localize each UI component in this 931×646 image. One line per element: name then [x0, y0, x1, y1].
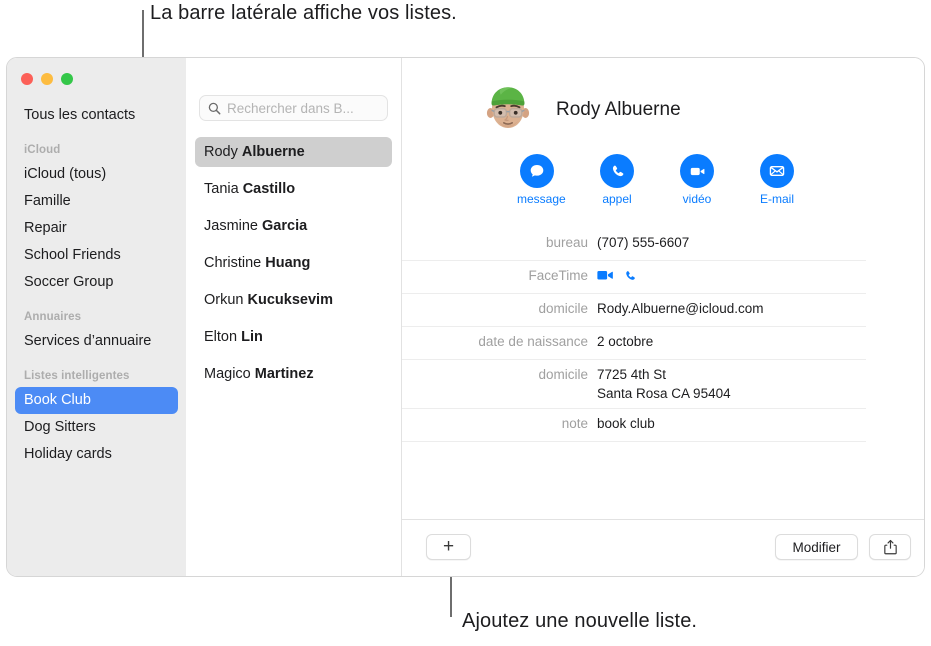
- contact-detail-pane: Rody Albuerne message appel vidéo E-mail…: [402, 58, 924, 576]
- avatar: [486, 87, 530, 128]
- list-item[interactable]: Elton Lin: [195, 322, 392, 352]
- field-value[interactable]: (707) 555-6607: [597, 233, 689, 252]
- field-label: domicile: [538, 367, 588, 382]
- bottom-toolbar: + Modifier: [402, 519, 924, 576]
- maximize-button[interactable]: [61, 73, 73, 85]
- field-label: domicile: [538, 301, 588, 316]
- contact-first-name: Elton: [204, 329, 238, 345]
- callout-text-sidebar: La barre latérale affiche vos listes.: [150, 2, 457, 24]
- sidebar-item-all-contacts[interactable]: Tous les contacts: [15, 102, 178, 129]
- sidebar-item-school-friends[interactable]: School Friends: [15, 242, 178, 269]
- list-item[interactable]: Jasmine Garcia: [195, 211, 392, 241]
- sidebar: Tous les contacts iCloud iCloud (tous) F…: [7, 58, 186, 576]
- email-action-label: E-mail: [759, 192, 794, 206]
- message-action-button[interactable]: message: [517, 154, 566, 206]
- sidebar-item-holiday-cards[interactable]: Holiday cards: [15, 441, 178, 468]
- field-row-address: domicile 7725 4th St Santa Rosa CA 95404: [402, 360, 866, 409]
- sidebar-item-services-annuaire[interactable]: Services d’annuaire: [15, 328, 178, 355]
- sidebar-item-famille[interactable]: Famille: [15, 188, 178, 215]
- contact-actions: message appel vidéo E-mail: [402, 138, 924, 206]
- edit-button[interactable]: Modifier: [775, 534, 858, 560]
- contact-list-column: Rody Albuerne Tania Castillo Jasmine Gar…: [186, 58, 402, 576]
- contact-last-name: Kucuksevim: [247, 292, 333, 308]
- contact-last-name: Lin: [241, 329, 263, 345]
- close-button[interactable]: [21, 73, 33, 85]
- callout-text-add-list: Ajoutez une nouvelle liste.: [462, 610, 698, 632]
- sidebar-header-annuaires: Annuaires: [24, 311, 82, 323]
- contact-first-name: Rody: [204, 144, 238, 160]
- field-label: bureau: [545, 235, 588, 250]
- add-list-button[interactable]: +: [426, 534, 471, 560]
- call-action-button[interactable]: appel: [597, 154, 637, 206]
- search-input[interactable]: [227, 100, 379, 116]
- contact-last-name: Huang: [265, 255, 311, 271]
- field-row-email: domicile Rody.Albuerne@icloud.com: [402, 294, 866, 327]
- call-circle: [600, 154, 634, 188]
- sidebar-header-listes-intelligentes: Listes intelligentes: [24, 370, 130, 382]
- list-item[interactable]: Tania Castillo: [195, 174, 392, 204]
- contact-first-name: Tania: [204, 181, 239, 197]
- sidebar-header-icloud: iCloud: [24, 144, 61, 156]
- sidebar-item-soccer-group[interactable]: Soccer Group: [15, 269, 178, 296]
- sidebar-item-dog-sitters[interactable]: Dog Sitters: [15, 414, 178, 441]
- phone-icon: [612, 165, 623, 176]
- share-button[interactable]: [869, 534, 911, 560]
- search-field[interactable]: [199, 95, 388, 121]
- contacts-window: Tous les contacts iCloud iCloud (tous) F…: [6, 57, 925, 577]
- contact-first-name: Christine: [204, 255, 262, 271]
- contact-last-name: Martinez: [254, 366, 314, 382]
- envelope-icon: [769, 166, 785, 176]
- field-value: [597, 266, 637, 285]
- video-camera-icon: [690, 167, 704, 175]
- field-row-facetime: FaceTime: [402, 261, 866, 294]
- field-row-birthday: date de naissance 2 octobre: [402, 327, 866, 360]
- minimize-button[interactable]: [41, 73, 53, 85]
- field-value[interactable]: 7725 4th St Santa Rosa CA 95404: [597, 365, 731, 403]
- contact-last-name: Garcia: [262, 218, 308, 234]
- field-label: note: [561, 416, 588, 431]
- message-action-label: message: [517, 192, 566, 206]
- window-controls: [7, 66, 186, 85]
- page-title: Rody Albuerne: [556, 99, 681, 120]
- contact-first-name: Orkun: [204, 292, 244, 308]
- video-action-button[interactable]: vidéo: [677, 154, 717, 206]
- list-item[interactable]: Rody Albuerne: [195, 137, 392, 167]
- list-item[interactable]: Christine Huang: [195, 248, 392, 278]
- list-item[interactable]: Orkun Kucuksevim: [195, 285, 392, 315]
- message-bubble-icon: [530, 165, 544, 177]
- contact-first-name: Jasmine: [204, 218, 258, 234]
- video-action-label: vidéo: [682, 192, 712, 206]
- contact-last-name: Castillo: [242, 181, 296, 197]
- search-icon: [208, 102, 221, 114]
- sidebar-item-book-club[interactable]: Book Club: [15, 387, 178, 414]
- contact-list: Rody Albuerne Tania Castillo Jasmine Gar…: [186, 121, 401, 389]
- contact-fields: bureau (707) 555-6607 FaceTime domicile …: [402, 228, 924, 442]
- contact-first-name: Magico: [204, 366, 251, 382]
- message-circle: [520, 154, 554, 188]
- field-label: date de naissance: [478, 334, 588, 349]
- email-circle: [760, 154, 794, 188]
- field-row-note: note book club: [402, 409, 866, 442]
- list-item[interactable]: Magico Martinez: [195, 359, 392, 389]
- sidebar-item-icloud-tous[interactable]: iCloud (tous): [15, 161, 178, 188]
- field-value[interactable]: book club: [597, 414, 655, 433]
- facetime-audio-icon[interactable]: [623, 269, 637, 283]
- field-value[interactable]: 2 octobre: [597, 332, 653, 351]
- call-action-label: appel: [602, 192, 632, 206]
- field-label: FaceTime: [528, 268, 588, 283]
- share-icon: [883, 539, 897, 555]
- field-row-bureau: bureau (707) 555-6607: [402, 228, 866, 261]
- contact-last-name: Albuerne: [241, 144, 305, 160]
- field-value[interactable]: Rody.Albuerne@icloud.com: [597, 299, 764, 318]
- email-action-button[interactable]: E-mail: [757, 154, 797, 206]
- facetime-video-icon[interactable]: [597, 269, 614, 282]
- video-circle: [680, 154, 714, 188]
- sidebar-item-repair[interactable]: Repair: [15, 215, 178, 242]
- search-container: [186, 58, 401, 121]
- contact-header: Rody Albuerne: [402, 58, 924, 138]
